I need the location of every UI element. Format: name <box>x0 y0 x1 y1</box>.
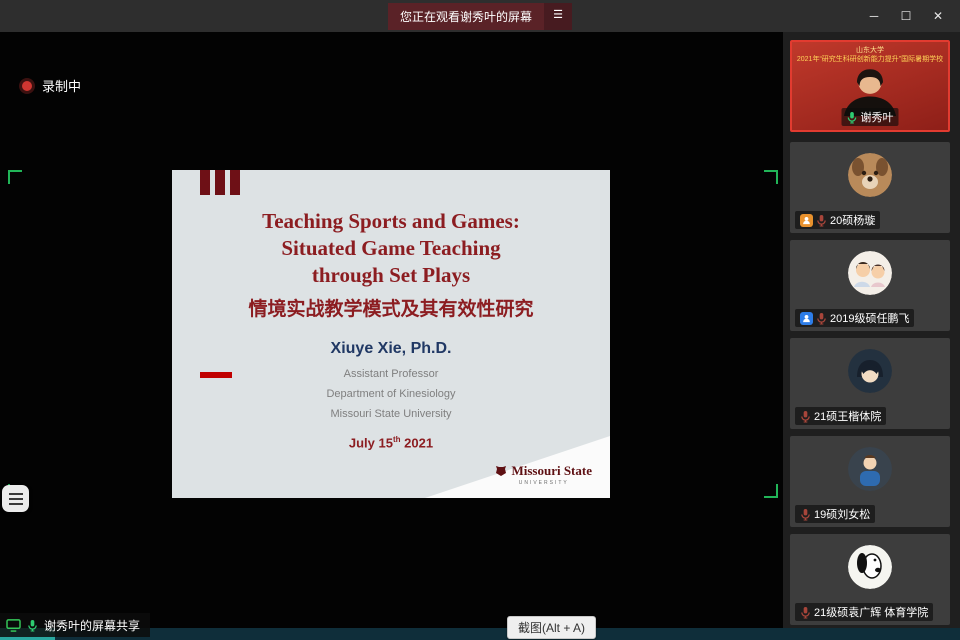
recording-indicator: 录制中 <box>22 76 81 95</box>
missouri-state-logo: Missouri State UNIVERSITY <box>495 463 592 486</box>
window-controls: ─ ☐ ✕ <box>858 0 954 32</box>
missouri-state-logo-text: Missouri State <box>511 463 592 479</box>
avatar <box>848 349 892 393</box>
participant-name-row: 谢秀叶 <box>842 108 899 126</box>
shared-screen-area: 录制中 Teaching Sports and Games: Situated … <box>0 32 783 628</box>
participant-tile[interactable]: 21级硕袁广辉 体育学院 <box>790 534 950 625</box>
participant-name: 21级硕袁广辉 体育学院 <box>814 604 928 620</box>
screen-share-icon <box>6 619 21 632</box>
couple-avatar-icon <box>848 251 892 295</box>
sidebar-toggle-button[interactable] <box>2 485 29 512</box>
dog-avatar-icon <box>848 153 892 197</box>
participant-name-row: 2019级硕任鹏飞 <box>795 309 914 327</box>
mic-muted-icon <box>800 410 811 423</box>
share-corner-marker-top-right <box>764 170 778 184</box>
minimize-button[interactable]: ─ <box>858 0 890 32</box>
avatar <box>848 153 892 197</box>
banner-line1: 山东大学 <box>792 46 948 55</box>
slide-affiliation: Assistant Professor Department of Kinesi… <box>172 364 610 424</box>
snoopy-avatar-icon <box>848 545 892 589</box>
slide-title-line3: through Set Plays <box>172 262 610 289</box>
participant-name-row: 19硕刘女松 <box>795 505 875 523</box>
slide-red-dash <box>200 372 232 378</box>
anime-avatar-icon <box>848 349 892 393</box>
screen-share-region: Teaching Sports and Games: Situated Game… <box>8 170 778 498</box>
participant-name: 20硕杨璇 <box>830 212 875 228</box>
speaker-video-banner: 山东大学 2021年“研究生科研创新能力提升”国际暑期学校 <box>792 46 948 64</box>
slide-title-line1: Teaching Sports and Games: <box>172 208 610 235</box>
participant-tile[interactable]: 20硕杨璇 <box>790 142 950 233</box>
avatar <box>848 447 892 491</box>
share-status-footer: 谢秀叶的屏幕共享 <box>0 613 150 637</box>
watching-banner: 您正在观看谢秀叶的屏幕 ☰ <box>388 3 572 30</box>
mic-muted-icon <box>816 312 827 325</box>
share-footer-label: 谢秀叶的屏幕共享 <box>44 617 140 634</box>
slide-title: Teaching Sports and Games: Situated Game… <box>172 208 610 289</box>
recording-label: 录制中 <box>42 76 81 95</box>
slide-subtitle-chinese: 情境实战教学模式及其有效性研究 <box>172 294 610 321</box>
watching-label: 您正在观看谢秀叶的屏幕 <box>388 3 544 30</box>
user-status-icon <box>800 312 813 325</box>
participant-name: 19硕刘女松 <box>814 506 870 522</box>
recording-dot-icon <box>22 81 32 91</box>
avatar <box>848 545 892 589</box>
mic-muted-icon <box>800 508 811 521</box>
participant-name-row: 21硕王楷体院 <box>795 407 886 425</box>
participant-tile[interactable]: 2019级硕任鹏飞 <box>790 240 950 331</box>
share-corner-marker-bottom-right <box>764 484 778 498</box>
banner-menu-icon[interactable]: ☰ <box>544 3 572 30</box>
participant-name-row: 21级硕袁广辉 体育学院 <box>795 603 933 621</box>
presentation-slide: Teaching Sports and Games: Situated Game… <box>172 170 610 498</box>
slide-presenter-name: Xiuye Xie, Ph.D. <box>172 340 610 358</box>
participant-name: 2019级硕任鹏飞 <box>830 310 909 326</box>
mic-muted-icon <box>816 214 827 227</box>
slide-title-line2: Situated Game Teaching <box>172 235 610 262</box>
figure-avatar-icon <box>848 447 892 491</box>
bear-head-icon <box>495 465 507 477</box>
participant-tile[interactable]: 21硕王楷体院 <box>790 338 950 429</box>
mic-muted-icon <box>800 606 811 619</box>
share-corner-marker-top-left <box>8 170 22 184</box>
mic-active-icon <box>847 111 858 124</box>
participant-tile-speaker[interactable]: 山东大学 2021年“研究生科研创新能力提升”国际暑期学校 谢秀叶 <box>790 40 950 132</box>
window-titlebar: 您正在观看谢秀叶的屏幕 ☰ ─ ☐ ✕ <box>0 0 960 32</box>
close-button[interactable]: ✕ <box>922 0 954 32</box>
banner-line2: 2021年“研究生科研创新能力提升”国际暑期学校 <box>792 55 948 64</box>
microphone-icon <box>27 619 38 632</box>
participant-name-row: 20硕杨璇 <box>795 211 880 229</box>
participant-name: 谢秀叶 <box>861 109 894 125</box>
screenshot-button[interactable]: 截图(Alt + A) <box>507 616 596 639</box>
participants-panel[interactable]: 山东大学 2021年“研究生科研创新能力提升”国际暑期学校 谢秀叶 <box>783 32 960 628</box>
participant-tile[interactable]: 19硕刘女松 <box>790 436 950 527</box>
missouri-state-logo-subtext: UNIVERSITY <box>495 480 592 486</box>
participant-name: 21硕王楷体院 <box>814 408 881 424</box>
slide-presenter-university: Missouri State University <box>172 404 610 424</box>
user-status-icon <box>800 214 813 227</box>
slide-logo-bars-icon <box>200 170 240 195</box>
slide-presenter-role: Assistant Professor <box>172 364 610 384</box>
avatar <box>848 251 892 295</box>
slide-presenter-department: Department of Kinesiology <box>172 384 610 404</box>
maximize-button[interactable]: ☐ <box>890 0 922 32</box>
